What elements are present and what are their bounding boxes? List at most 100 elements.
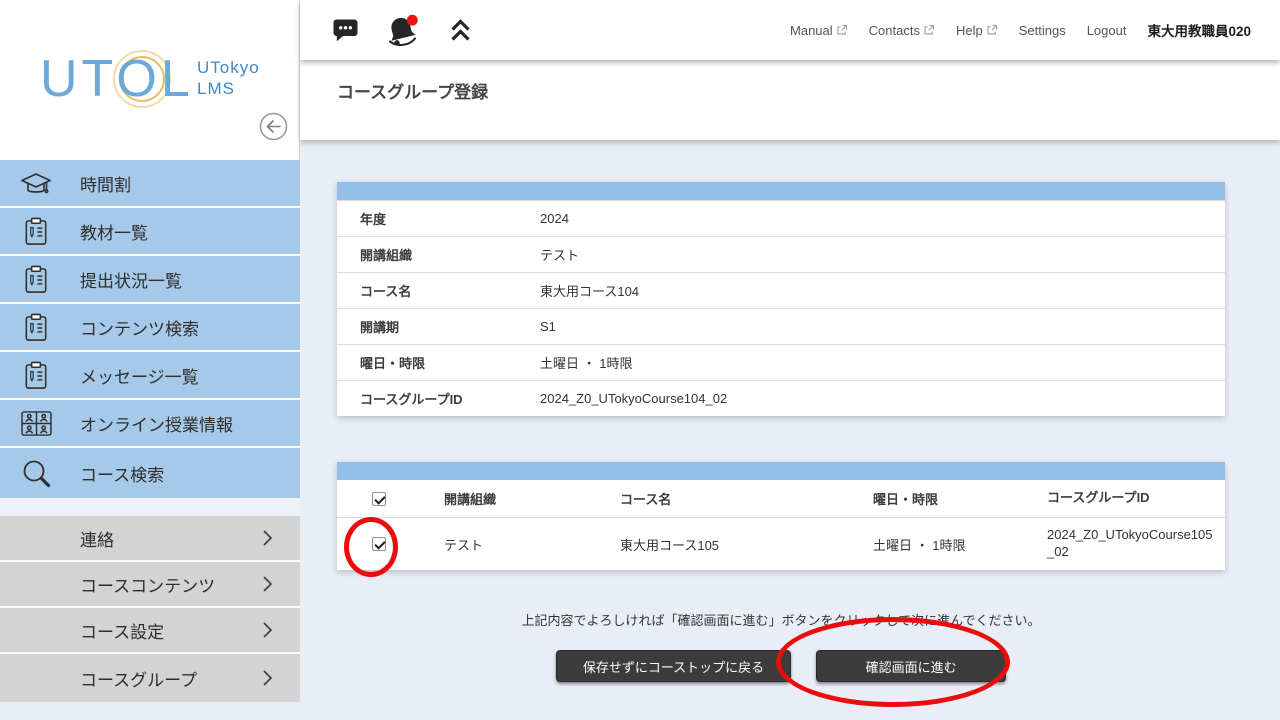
sidebar-collapse-button[interactable] [259, 112, 288, 141]
table-row: 曜日・時限 土曜日 ・ 1時限 [337, 344, 1225, 380]
table-header-row: 開講組織 コース名 曜日・時限 コースグループID [337, 480, 1225, 517]
row-label: 年度 [337, 209, 540, 228]
topbar-links: Manual Contacts Help [790, 20, 1280, 40]
table-row: コースグループID 2024_Z0_UTokyoCourse104_02 [337, 380, 1225, 416]
row-checkbox[interactable] [372, 537, 386, 551]
sidebar-item-content-search[interactable]: コンテンツ検索 [0, 304, 300, 352]
sidebar-item-label: オンライン授業情報 [80, 411, 233, 436]
titlebar: コースグループ登録 [300, 60, 1280, 140]
clipboard-icon [19, 265, 53, 294]
settings-link-label: Settings [1019, 23, 1066, 38]
content-area: 年度 2024 開講組織 テスト コース名 東大用コース104 開講期 S1 曜… [300, 140, 1280, 720]
sidebar-item-label: 提出状況一覧 [80, 267, 182, 292]
chevron-right-icon [262, 621, 273, 639]
instruction-text: 上記内容でよろしければ「確認画面に進む」ボタンをクリックして次に進んでください。 [337, 610, 1225, 629]
sidebar: UTOL UTokyo LMS [0, 0, 300, 720]
row-value: 土曜日 ・ 1時限 [540, 353, 632, 372]
topbar: Manual Contacts Help [300, 0, 1280, 60]
cell-group-id: 2024_Z0_UTokyoCourse105_02 [1035, 527, 1225, 561]
sidebar-item-message-list[interactable]: メッセージ一覧 [0, 352, 300, 400]
sidebar-main-menu: 時間割 教材一覧 [0, 160, 300, 498]
external-link-icon [923, 24, 935, 36]
sidebar-item-label: メッセージ一覧 [80, 363, 199, 388]
proceed-to-confirmation-button[interactable]: 確認画面に進む [816, 650, 1006, 682]
chat-icon[interactable] [332, 18, 359, 42]
column-header: 開講組織 [420, 489, 610, 508]
sidebar-item-label: 時間割 [80, 171, 131, 196]
table-row: 年度 2024 [337, 200, 1225, 236]
sidebar-item-label: 教材一覧 [80, 219, 148, 244]
footer-block: 上記内容でよろしければ「確認画面に進む」ボタンをクリックして次に進んでください。… [337, 610, 1225, 682]
help-link-label: Help [956, 23, 983, 38]
online-class-icon [19, 410, 53, 437]
column-header: 曜日・時限 [860, 489, 1035, 508]
sidebar-section-divider [0, 498, 300, 516]
sidebar-item-timetable[interactable]: 時間割 [0, 160, 300, 208]
table-header-bar [337, 462, 1225, 480]
row-value: 2024 [540, 211, 569, 226]
row-value: 2024_Z0_UTokyoCourse104_02 [540, 391, 727, 406]
logo-area: UTOL UTokyo LMS [0, 0, 300, 160]
sidebar-course-menu: 連絡 コースコンテンツ コース設定 コースグループ [0, 516, 300, 702]
row-label: コースグループID [337, 389, 540, 408]
sidebar-item-label: コース設定 [80, 618, 262, 643]
table-row: テスト 東大用コース105 土曜日 ・ 1時限 2024_Z0_UTokyoCo… [337, 517, 1225, 570]
sidebar-item-submission-status[interactable]: 提出状況一覧 [0, 256, 300, 304]
clipboard-icon [19, 361, 53, 390]
external-link-icon [836, 24, 848, 36]
main-area: Manual Contacts Help [300, 0, 1280, 720]
topbar-icons [300, 14, 473, 47]
table-row: 開講期 S1 [337, 308, 1225, 344]
row-value: 東大用コース104 [540, 281, 639, 300]
row-label: コース名 [337, 281, 540, 300]
row-value: テスト [540, 245, 579, 264]
chevron-right-icon [262, 575, 273, 593]
clipboard-icon [19, 217, 53, 246]
notification-bell-icon[interactable] [386, 14, 421, 47]
button-row: 保存せずにコーストップに戻る 確認画面に進む [337, 650, 1225, 682]
row-value: S1 [540, 319, 556, 334]
help-link[interactable]: Help [956, 23, 998, 38]
sidebar-item-label: コースコンテンツ [80, 572, 262, 597]
utol-lms-app: UTOL UTokyo LMS [0, 0, 1280, 720]
select-all-checkbox[interactable] [372, 492, 386, 506]
manual-link-label: Manual [790, 23, 833, 38]
sidebar-item-online-class-info[interactable]: オンライン授業情報 [0, 400, 300, 448]
back-arrow-icon [259, 112, 288, 141]
utol-logo-subtitle: UTokyo LMS [197, 57, 260, 100]
sidebar-item-course-group[interactable]: コースグループ [0, 654, 300, 702]
logo-subtitle-line1: UTokyo [197, 57, 260, 78]
sidebar-item-course-search[interactable]: コース検索 [0, 448, 300, 498]
clipboard-icon [19, 313, 53, 342]
chevron-right-icon [262, 529, 273, 547]
sidebar-item-materials[interactable]: 教材一覧 [0, 208, 300, 256]
contacts-link-label: Contacts [869, 23, 920, 38]
collapse-header-icon[interactable] [448, 17, 473, 43]
logout-link[interactable]: Logout [1087, 23, 1127, 38]
back-to-course-top-button[interactable]: 保存せずにコーストップに戻る [556, 650, 791, 682]
contacts-link[interactable]: Contacts [869, 23, 935, 38]
manual-link[interactable]: Manual [790, 23, 848, 38]
search-icon [19, 458, 53, 488]
settings-link[interactable]: Settings [1019, 23, 1066, 38]
row-label: 開講組織 [337, 245, 540, 264]
sidebar-item-label: コンテンツ検索 [80, 315, 199, 340]
row-label: 曜日・時限 [337, 353, 540, 372]
table-header-bar [337, 182, 1225, 200]
logout-link-label: Logout [1087, 23, 1127, 38]
external-link-icon [986, 24, 998, 36]
sidebar-item-course-contents[interactable]: コースコンテンツ [0, 562, 300, 608]
cell-org: テスト [420, 535, 610, 554]
sidebar-item-contact[interactable]: 連絡 [0, 516, 300, 562]
course-info-table: 年度 2024 開講組織 テスト コース名 東大用コース104 開講期 S1 曜… [337, 182, 1225, 416]
utol-logo: UTOL [40, 49, 194, 109]
sidebar-item-label: コースグループ [80, 666, 262, 691]
row-label: 開講期 [337, 317, 540, 336]
chevron-right-icon [262, 669, 273, 687]
sidebar-item-label: 連絡 [80, 526, 262, 551]
graduation-cap-icon [19, 170, 53, 197]
column-header: コースグループID [1035, 490, 1225, 507]
sidebar-item-course-settings[interactable]: コース設定 [0, 608, 300, 654]
table-row: 開講組織 テスト [337, 236, 1225, 272]
column-header: コース名 [610, 489, 860, 508]
